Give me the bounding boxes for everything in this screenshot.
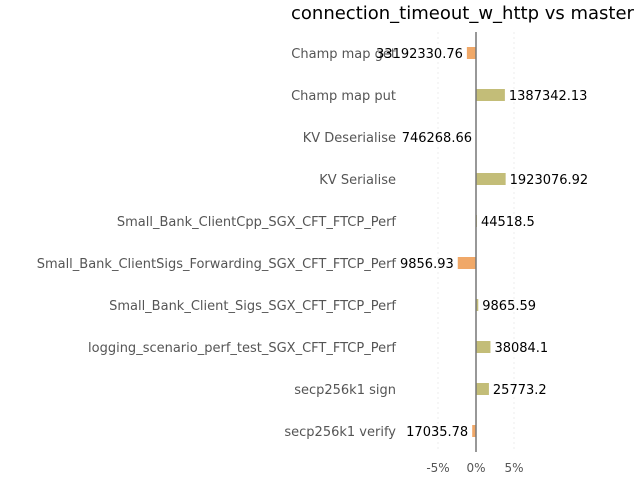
bar bbox=[476, 89, 505, 101]
tick-layer: -5% 0% 5% bbox=[426, 461, 523, 475]
chart: Champ map get33192330.76Champ map put 138… bbox=[37, 3, 635, 475]
value-label: 9856.93 bbox=[400, 257, 454, 272]
value-label: 25773.2 bbox=[493, 383, 547, 398]
value-label: 9865.59 bbox=[482, 299, 536, 314]
bar bbox=[476, 341, 491, 353]
category-label: Small_Bank_ClientSigs_Forwarding_SGX_CFT… bbox=[37, 257, 397, 272]
value-label: 38084.1 bbox=[494, 341, 548, 356]
value-label: 746268.66 bbox=[402, 131, 472, 146]
value-label: 1923076.92 bbox=[510, 173, 589, 188]
category-label: Champ map put bbox=[291, 89, 396, 104]
bar bbox=[476, 173, 506, 185]
category-label: secp256k1 sign bbox=[294, 383, 396, 398]
bar bbox=[476, 383, 489, 395]
category-label: Small_Bank_Client_Sigs_SGX_CFT_FTCP_Perf bbox=[109, 299, 396, 314]
category-label: secp256k1 verify bbox=[284, 425, 396, 440]
category-label: KV Deserialise bbox=[303, 131, 396, 146]
x-tick-label: 0% bbox=[466, 461, 485, 475]
category-label: Small_Bank_ClientCpp_SGX_CFT_FTCP_Perf bbox=[117, 215, 397, 230]
value-label: 17035.78 bbox=[406, 425, 468, 440]
value-label: 44518.5 bbox=[481, 215, 535, 230]
x-tick-label: -5% bbox=[426, 461, 449, 475]
bar bbox=[457, 257, 476, 269]
bar bbox=[466, 47, 476, 59]
value-label: 1387342.13 bbox=[509, 89, 588, 104]
chart-title: connection_timeout_w_http vs master bbox=[291, 3, 635, 24]
label-layer: Champ map get33192330.76Champ map put 138… bbox=[37, 47, 589, 440]
category-label: KV Serialise bbox=[319, 173, 396, 188]
category-label: logging_scenario_perf_test_SGX_CFT_FTCP_… bbox=[88, 341, 396, 356]
bar-layer bbox=[457, 47, 506, 437]
value-label: 33192330.76 bbox=[376, 47, 463, 62]
x-tick-label: 5% bbox=[504, 461, 523, 475]
